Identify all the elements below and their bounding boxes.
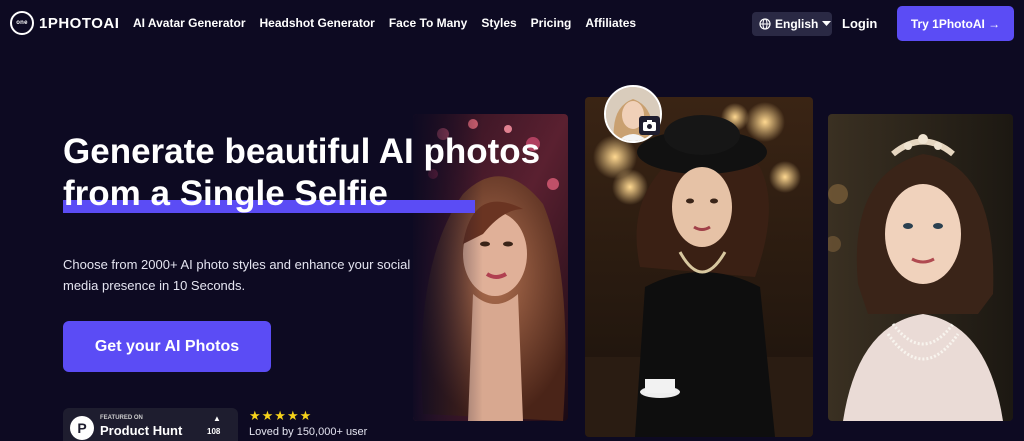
nav-link-affiliates[interactable]: Affiliates [585,16,636,30]
logo-mark-icon: one [10,11,34,35]
language-label: English [775,17,819,31]
headline-line-1: Generate beautiful AI photos [63,132,541,171]
nav-link-ai-avatar-generator[interactable]: AI Avatar Generator [133,16,245,30]
globe-icon [759,18,771,30]
chevron-down-icon [822,21,832,26]
login-link[interactable]: Login [842,16,877,31]
brand-logo[interactable]: one 1PHOTOAI [10,11,119,35]
brand-name: 1PHOTOAI [39,14,120,32]
headline-line-2: from a Single Selfie [63,174,388,213]
product-hunt-badge[interactable]: P FEATURED ON Product Hunt ▲ 108 [63,408,238,441]
nav-link-pricing[interactable]: Pricing [531,16,572,30]
upvote-arrow-icon: ▲ [213,414,221,423]
loved-by-count: Loved by 150,000+ user [249,426,368,438]
rating-stars: ★★★★★ [249,408,313,423]
language-selector[interactable]: English [752,12,832,36]
product-hunt-name: Product Hunt [100,423,183,438]
upvote-count: 108 [207,427,221,436]
top-navigation: one 1PHOTOAI AI Avatar Generator Headsho… [0,0,1024,48]
try-1photoai-button[interactable]: Try 1PhotoAI → [897,6,1014,41]
camera-icon [639,116,660,135]
nav-link-face-to-many[interactable]: Face To Many [389,16,467,30]
product-hunt-icon: P [70,416,94,440]
nav-links: AI Avatar Generator Headshot Generator F… [133,16,650,30]
sample-photo-vintage-cafe-portrait [585,97,813,437]
hero-subtext: Choose from 2000+ AI photo styles and en… [63,257,411,293]
nav-link-styles[interactable]: Styles [481,16,516,30]
nav-link-headshot-generator[interactable]: Headshot Generator [259,16,374,30]
get-ai-photos-button[interactable]: Get your AI Photos [63,321,271,372]
sample-photo-tiara-portrait [828,114,1013,421]
product-hunt-featured-label: FEATURED ON [100,415,143,421]
hero-headline: Generate beautiful AI photos from a Sing… [63,131,583,215]
